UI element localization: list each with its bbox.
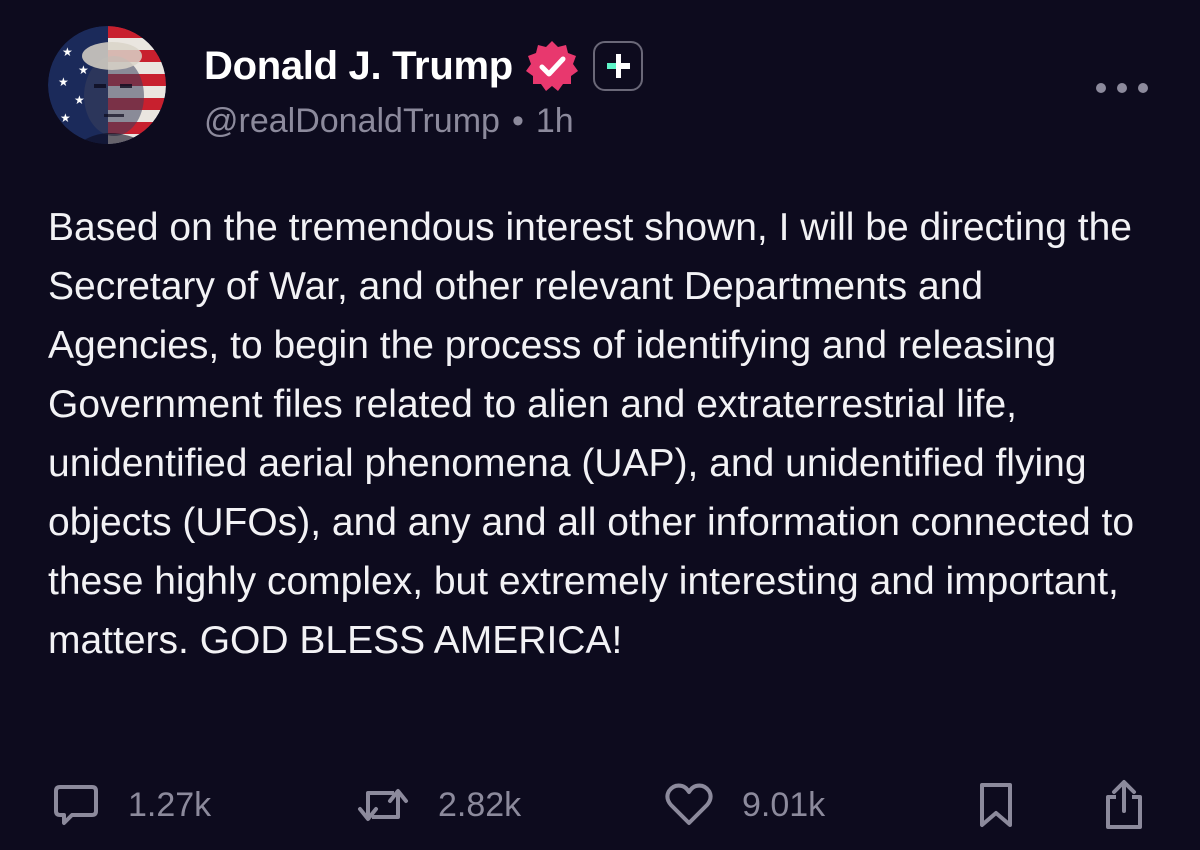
comment-icon — [54, 785, 98, 825]
like-count: 9.01k — [742, 785, 826, 824]
more-icon-dot — [1096, 83, 1106, 93]
verified-badge-icon — [525, 39, 579, 93]
repost-count: 2.82k — [438, 785, 522, 824]
post-text: Based on the tremendous interest shown, … — [48, 206, 1135, 662]
heart-icon — [665, 783, 713, 825]
repost-icon — [358, 789, 408, 821]
display-name[interactable]: Donald J. Trump — [204, 44, 513, 89]
svg-text:★: ★ — [60, 111, 71, 125]
like-button[interactable]: 9.01k — [664, 770, 825, 840]
post-header: Donald J. Trump @realDonaldTrump • 1h — [204, 36, 643, 141]
separator-dot: • — [511, 102, 524, 140]
action-bar: 1.27k 2.82k 9.01k — [0, 770, 1200, 840]
bookmark-icon — [980, 783, 1012, 827]
name-row: Donald J. Trump — [204, 36, 643, 96]
more-icon-dot — [1117, 83, 1127, 93]
svg-text:★: ★ — [78, 63, 89, 77]
reply-button[interactable]: 1.27k — [52, 770, 211, 840]
more-options-button[interactable] — [1096, 68, 1148, 108]
bookmark-button[interactable] — [976, 770, 1016, 840]
share-icon — [1106, 780, 1142, 829]
plus-badge-icon — [592, 41, 643, 91]
more-icon-dot — [1138, 83, 1148, 93]
avatar-image: ★ ★ ★ ★ ★ — [48, 26, 166, 144]
user-handle[interactable]: @realDonaldTrump — [204, 102, 500, 141]
repost-button[interactable]: 2.82k — [356, 770, 521, 840]
svg-text:★: ★ — [74, 93, 85, 107]
post-card: ★ ★ ★ ★ ★ Donald J. Trump @realDonaldTru… — [0, 0, 1200, 850]
post-timestamp[interactable]: 1h — [536, 102, 574, 141]
svg-text:★: ★ — [62, 45, 73, 59]
reply-count: 1.27k — [128, 785, 212, 824]
share-button[interactable] — [1100, 770, 1148, 840]
avatar[interactable]: ★ ★ ★ ★ ★ — [48, 26, 166, 144]
svg-text:★: ★ — [58, 75, 69, 89]
handle-row: @realDonaldTrump • 1h — [204, 102, 643, 141]
